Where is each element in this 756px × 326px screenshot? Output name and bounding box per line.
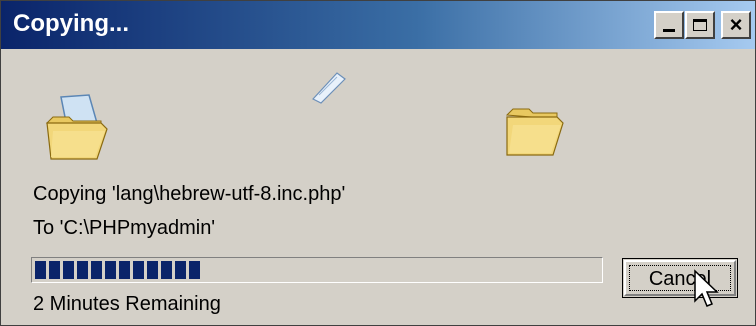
folder-icon [505, 108, 564, 156]
progress-block [175, 261, 186, 279]
progress-bar [31, 257, 603, 283]
progress-block [63, 261, 74, 279]
progress-block [119, 261, 130, 279]
progress-block [91, 261, 102, 279]
title-bar[interactable]: Copying... × [1, 1, 755, 49]
source-path-text: Copying 'lang\hebrew-utf-8.inc.php' [33, 183, 346, 205]
progress-block [77, 261, 88, 279]
progress-block [133, 261, 144, 279]
destination-path-text: To 'C:\PHPmyadmin' [33, 217, 216, 239]
progress-block [105, 261, 116, 279]
time-remaining-text: 2 Minutes Remaining [33, 293, 221, 315]
progress-block [147, 261, 158, 279]
close-icon: × [729, 12, 743, 37]
minimize-button[interactable] [654, 11, 684, 39]
close-button[interactable]: × [721, 11, 751, 39]
maximize-icon [693, 19, 707, 31]
maximize-button[interactable] [685, 11, 715, 39]
mouse-cursor-icon [694, 269, 719, 307]
progress-block [49, 261, 60, 279]
open-folder-icon [45, 94, 108, 160]
minimize-icon [663, 28, 675, 32]
window-title: Copying... [13, 10, 129, 37]
copy-dialog: Copying... × Copying 'lang\hebrew-utf-8.… [0, 0, 756, 326]
progress-block [189, 261, 200, 279]
progress-block [35, 261, 46, 279]
progress-block [161, 261, 172, 279]
progress-fill [35, 261, 200, 279]
flying-document-icon [312, 72, 346, 104]
